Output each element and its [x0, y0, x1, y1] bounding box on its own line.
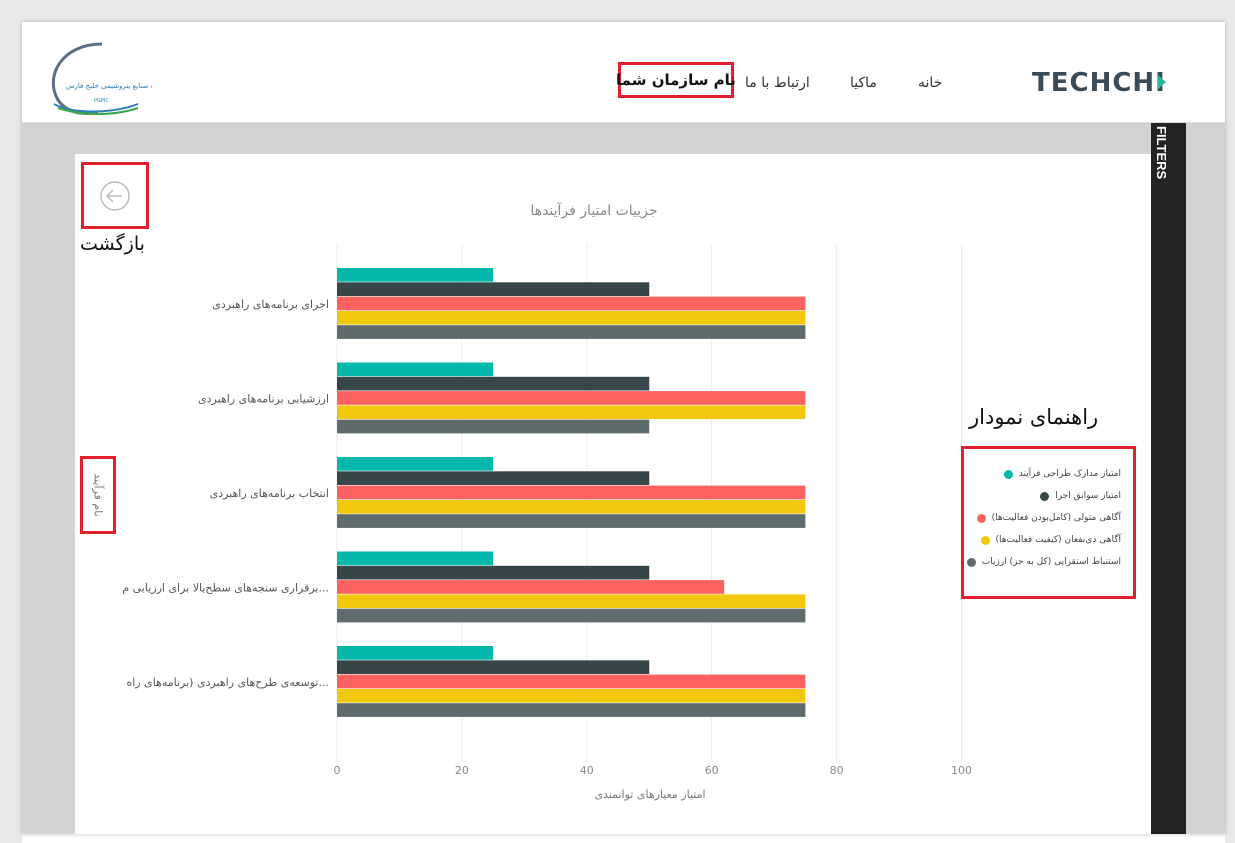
x-tick-label: 100: [951, 764, 972, 777]
legend-item-stakeholder-awareness[interactable]: آگاهی ذی‌نفعان (کیفیت فعالیت‌ها): [980, 535, 1121, 545]
bar: [337, 457, 494, 471]
x-tick-label: 60: [705, 764, 719, 777]
bar: [337, 376, 650, 391]
legend-item-design-docs[interactable]: امتیاز مدارک طراحی فرآیند: [1003, 469, 1121, 479]
legend-item-execution-records[interactable]: امتیاز سوابق اجرا: [1040, 491, 1121, 501]
chart-title: جزییات امتیاز فرآیندها: [530, 202, 657, 219]
bar: [337, 499, 806, 514]
bar: [337, 551, 494, 566]
bar: [337, 419, 650, 434]
x-axis-title: امتیاز معیارهای توانمندی: [594, 788, 705, 801]
x-tick-label: 20: [455, 764, 469, 777]
bar: [337, 362, 494, 377]
bar: [337, 471, 650, 485]
legend-marker: [976, 513, 986, 523]
legend-label: استنباط استقرایی (کل به جز) ارزیاب: [981, 557, 1121, 567]
bar: [337, 325, 806, 339]
category-label: برقراری سنجه‌های سطح‌بالا برای ارزیابی م…: [122, 581, 329, 594]
bar: [337, 688, 806, 703]
window-frame-top: [0, 0, 1235, 22]
bar: [337, 514, 806, 528]
bar: [337, 485, 806, 500]
bar: [337, 580, 725, 594]
x-tick-label: 0: [334, 764, 341, 777]
legend-marker: [966, 557, 976, 567]
legend-label: آگاهی متولی (کامل‌بودن فعالیت‌ها): [991, 513, 1121, 523]
category-label: توسعه‌ی طرح‌های راهبردی (برنامه‌های راه.…: [126, 676, 329, 689]
bar: [337, 703, 806, 717]
bar: [337, 594, 806, 609]
bar: [337, 391, 806, 405]
x-tick-label: 40: [580, 764, 594, 777]
legend-title: راهنمای نمودار: [969, 405, 1099, 429]
bar: [337, 660, 650, 674]
bar: [337, 282, 650, 296]
bar: [337, 646, 494, 660]
legend-marker: [1040, 491, 1050, 501]
bar: [337, 310, 806, 325]
legend-marker: [1003, 469, 1013, 479]
window-frame-right: [1225, 22, 1235, 843]
bar: [337, 608, 806, 623]
bar: [337, 405, 806, 420]
bar: [337, 296, 806, 311]
category-label: ارزشیابی برنامه‌های راهبردی: [198, 392, 329, 405]
legend: امتیاز مدارک طراحی فرآیند امتیاز سوابق ا…: [961, 446, 1136, 599]
x-tick-label: 80: [830, 764, 844, 777]
legend-label: امتیاز مدارک طراحی فرآیند: [1018, 469, 1121, 479]
bar: [337, 268, 494, 282]
legend-item-assessor-inference[interactable]: استنباط استقرایی (کل به جز) ارزیاب: [966, 557, 1121, 567]
legend-item-owner-awareness[interactable]: آگاهی متولی (کامل‌بودن فعالیت‌ها): [976, 513, 1121, 523]
category-label: انتخاب برنامه‌های راهبردی: [210, 487, 329, 500]
bar: [337, 674, 806, 689]
legend-label: امتیاز سوابق اجرا: [1055, 491, 1121, 501]
bar: [337, 565, 650, 580]
report-window: شرکت صنایع پتروشیمی خلیج فارس PGPIC نام …: [22, 22, 1225, 834]
legend-label: آگاهی ذی‌نفعان (کیفیت فعالیت‌ها): [995, 535, 1121, 545]
legend-marker: [980, 535, 990, 545]
window-frame-left: [0, 22, 22, 843]
category-label: اجرای برنامه‌های راهبردی: [212, 298, 329, 311]
